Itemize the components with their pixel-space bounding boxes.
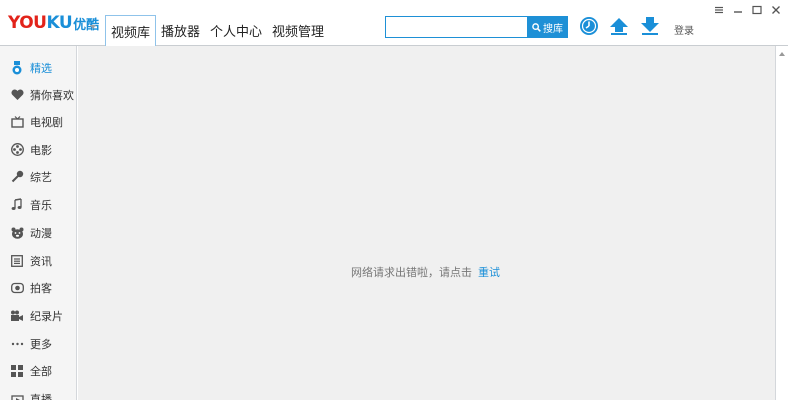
microphone-icon — [10, 170, 24, 184]
error-text: 网络请求出错啦，请点击 — [351, 266, 472, 279]
more-dots-icon — [10, 337, 24, 351]
upload-arrow-icon[interactable] — [609, 16, 629, 36]
logo-chinese: 优酷 — [73, 17, 100, 33]
maximize-icon[interactable] — [748, 3, 766, 17]
search-input[interactable] — [385, 16, 528, 38]
medal-icon — [10, 60, 24, 75]
search-icon — [532, 22, 541, 32]
sidebar-item-music[interactable]: 音乐 — [0, 191, 76, 218]
main-content: 网络请求出错啦，请点击 重试 — [78, 46, 775, 400]
close-icon[interactable] — [767, 3, 785, 17]
logo-you: YOU — [8, 13, 47, 33]
login-link[interactable]: 登录 — [674, 22, 694, 37]
top-bar: YOUKU 优酷 视频库 播放器 个人中心 视频管理 搜库 登录 — [0, 0, 788, 47]
camera-icon — [10, 281, 24, 295]
sidebar-item-variety[interactable]: 综艺 — [0, 163, 76, 190]
network-error-message: 网络请求出错啦，请点击 重试 — [351, 264, 500, 280]
sidebar-item-featured[interactable]: 精选 — [0, 54, 76, 81]
tv-icon — [10, 115, 24, 129]
sidebar-item-documentary[interactable]: 纪录片 — [0, 302, 76, 329]
tab-video-library[interactable]: 视频库 — [105, 15, 157, 47]
sidebar-item-news[interactable]: 资讯 — [0, 247, 76, 274]
search-button[interactable]: 搜库 — [527, 16, 568, 38]
menu-icon[interactable] — [710, 3, 728, 17]
news-icon — [10, 254, 24, 268]
search-button-label: 搜库 — [543, 23, 563, 35]
scroll-up-icon[interactable] — [779, 52, 785, 56]
sidebar-item-anime[interactable]: 动漫 — [0, 219, 76, 246]
heart-icon — [10, 88, 24, 102]
sidebar-item-more[interactable]: 更多 — [0, 330, 76, 357]
live-icon — [10, 392, 24, 400]
film-reel-icon — [10, 143, 24, 157]
history-clock-icon[interactable] — [579, 16, 599, 36]
sidebar-item-tv-series[interactable]: 电视剧 — [0, 108, 76, 135]
grid-icon — [10, 364, 24, 378]
bear-face-icon — [10, 226, 24, 240]
tab-video-management[interactable]: 视频管理 — [267, 15, 329, 46]
sidebar-item-all[interactable]: 全部 — [0, 357, 76, 384]
logo-wordmark: YOUKU — [8, 13, 73, 33]
youku-logo[interactable]: YOUKU 优酷 — [8, 12, 99, 34]
logo-dropdown-caret-icon[interactable] — [90, 25, 96, 29]
download-arrow-icon[interactable] — [640, 16, 660, 36]
sidebar-item-paike[interactable]: 拍客 — [0, 274, 76, 301]
tab-player[interactable]: 播放器 — [156, 15, 205, 46]
retry-link[interactable]: 重试 — [478, 266, 500, 279]
video-camera-icon — [10, 309, 24, 323]
vertical-scrollbar[interactable] — [775, 46, 788, 400]
search-box: 搜库 — [385, 16, 568, 38]
sidebar-item-live[interactable]: 直播 — [0, 385, 76, 400]
logo-ku: KU — [46, 13, 73, 33]
music-note-icon — [10, 198, 24, 212]
minimize-icon[interactable] — [729, 3, 747, 17]
category-sidebar: 精选 猜你喜欢 电视剧 电影 综艺 音乐 动漫 资讯 拍客 纪录片 更多 全部 … — [0, 46, 77, 400]
sidebar-item-recommended[interactable]: 猜你喜欢 — [0, 81, 76, 108]
tab-personal-center[interactable]: 个人中心 — [205, 15, 267, 46]
sidebar-item-movies[interactable]: 电影 — [0, 136, 76, 163]
main-tabs: 视频库 播放器 个人中心 视频管理 — [105, 15, 329, 47]
